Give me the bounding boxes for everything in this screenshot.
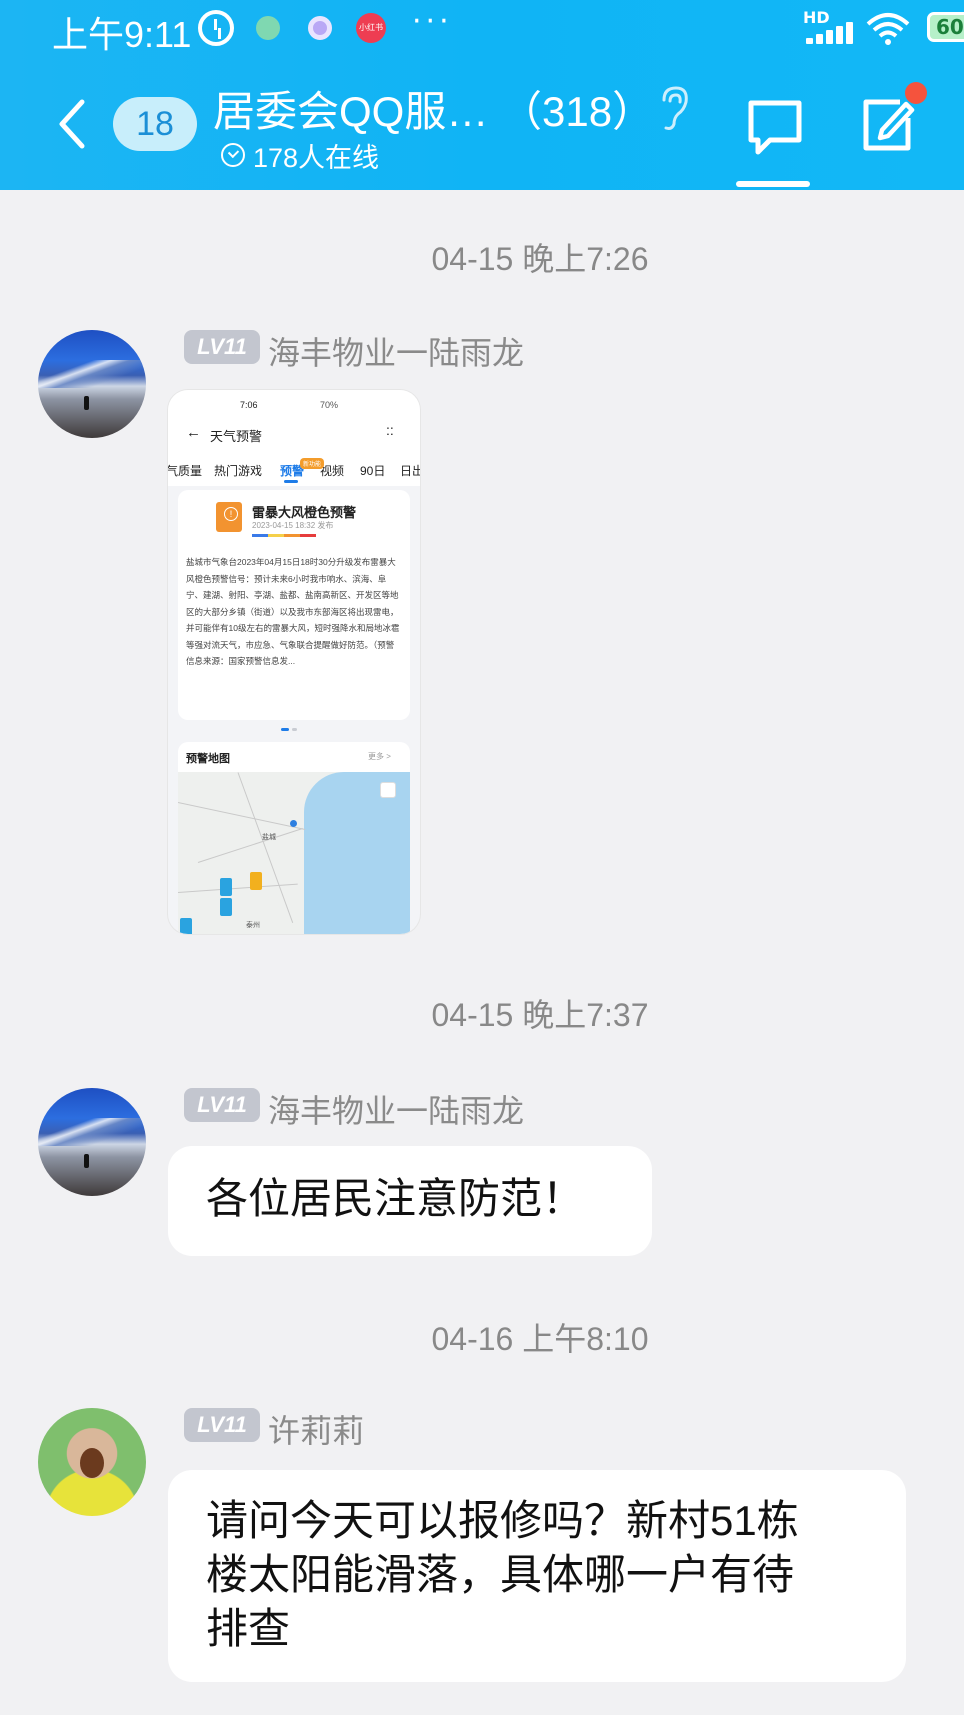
unread-count-badge[interactable]: 18 [113, 97, 197, 151]
screenshot-battery: 70% [320, 400, 339, 410]
more-notifications-icon: ··· [412, 4, 453, 39]
warning-marker-icon [220, 898, 232, 916]
compose-icon[interactable] [860, 94, 918, 154]
screenshot-nav: ← 天气预警 :: [168, 416, 420, 452]
map-city-label: 泰州 [246, 922, 260, 929]
map-city-label: 盐城 [262, 834, 276, 841]
warning-marker-icon [180, 918, 192, 934]
sender-name[interactable]: 许莉莉 [268, 1406, 364, 1452]
message-timestamp: 04-15 晚上7:37 [431, 997, 649, 1033]
online-count[interactable]: 178人在线 [253, 136, 379, 175]
signal-icon [806, 22, 854, 44]
wifi-icon [866, 13, 910, 45]
active-tab-indicator [736, 181, 810, 187]
screenshot-status-bar: 7:06 70% [168, 390, 420, 416]
screenshot-tabs: 气质量 热门游戏 预警 视频 90日 日出 [168, 452, 420, 486]
page-indicator [281, 728, 301, 731]
status-time: 上午9:11 [52, 14, 192, 55]
warning-level-bar [252, 534, 316, 537]
screenshot-tab: 气质量 [168, 464, 203, 478]
screenshot-more-icon: :: [386, 422, 394, 438]
alarm-icon [198, 10, 234, 46]
map-more-link: 更多 > [368, 752, 391, 761]
warning-date: 2023-04-15 18:32 发布 [252, 521, 334, 530]
image-message[interactable]: 7:06 70% ← 天气预警 :: 气质量 热门游戏 预警 视频 90日 日出… [168, 390, 420, 934]
warning-marker-icon [250, 872, 262, 890]
xiaohongshu-notification-icon: 小红书 [356, 13, 386, 43]
screenshot-new-badge: 新功能 [300, 458, 325, 469]
screenshot-tab: 热门游戏 [214, 464, 263, 478]
map-expand-icon [380, 782, 396, 798]
chat-header: 上午9:11 小红书 ··· HD 60 18 居委会QQ服… （318） 17… [0, 0, 964, 190]
warning-marker-icon [220, 878, 232, 896]
warning-icon [216, 502, 242, 532]
message-text-line: 排查 [206, 1605, 291, 1652]
screenshot-back-icon: ← [186, 424, 201, 441]
ear-mode-icon[interactable] [656, 84, 692, 132]
screenshot-tab: 90日 [360, 464, 386, 478]
message-timestamp: 04-16 上午8:10 [431, 1321, 649, 1357]
sender-name[interactable]: 海丰物业一陆雨龙 [268, 1086, 524, 1132]
level-badge: LV11 [184, 1088, 260, 1122]
app-notification-icon [308, 16, 332, 40]
warning-title: 雷暴大风橙色预警 [252, 505, 357, 520]
warning-map: 盐城 泰州 [178, 772, 410, 934]
status-bar: 上午9:11 小红书 ··· HD 60 [0, 0, 964, 56]
chat-tab-icon[interactable] [746, 98, 804, 160]
back-button[interactable] [52, 96, 92, 152]
message-bubble[interactable]: 各位居民注意防范！ [168, 1146, 652, 1256]
wechat-notification-icon [256, 16, 280, 40]
level-badge: LV11 [184, 330, 260, 364]
avatar[interactable] [38, 1088, 146, 1196]
message-text: 各位居民注意防范！ [206, 1175, 585, 1222]
level-badge: LV11 [184, 1408, 260, 1442]
message-bubble[interactable]: 请问今天可以报修吗？新村51栋 楼太阳能滑落，具体哪一户有待 排查 [168, 1470, 906, 1682]
avatar[interactable] [38, 330, 146, 438]
notification-dot [905, 82, 927, 104]
warning-card: 雷暴大风橙色预警 2023-04-15 18:32 发布 盐城市气象台2023年… [178, 490, 410, 720]
message-timestamp: 04-15 晚上7:26 [431, 241, 649, 277]
message-text-line: 楼太阳能滑落，具体哪一户有待 [206, 1551, 795, 1598]
sender-name[interactable]: 海丰物业一陆雨龙 [268, 328, 524, 374]
message-text-line: 请问今天可以报修吗？新村51栋 [206, 1497, 799, 1544]
screenshot-time: 7:06 [240, 400, 258, 410]
group-title[interactable]: 居委会QQ服… （318） [213, 78, 654, 139]
online-status-icon [221, 143, 245, 167]
battery-indicator: 60 [927, 12, 964, 42]
warning-body: 盐城市气象台2023年04月15日18时30分升级发布雷暴大风橙色预警信号：预计… [186, 557, 400, 666]
map-title: 预警地图 [186, 753, 230, 765]
location-pin-icon [290, 820, 297, 827]
warning-map-card: 预警地图 更多 > 盐城 泰州 [178, 742, 410, 934]
avatar[interactable] [38, 1408, 146, 1516]
screenshot-tab: 日出 [400, 464, 420, 478]
screenshot-title: 天气预警 [210, 429, 263, 444]
